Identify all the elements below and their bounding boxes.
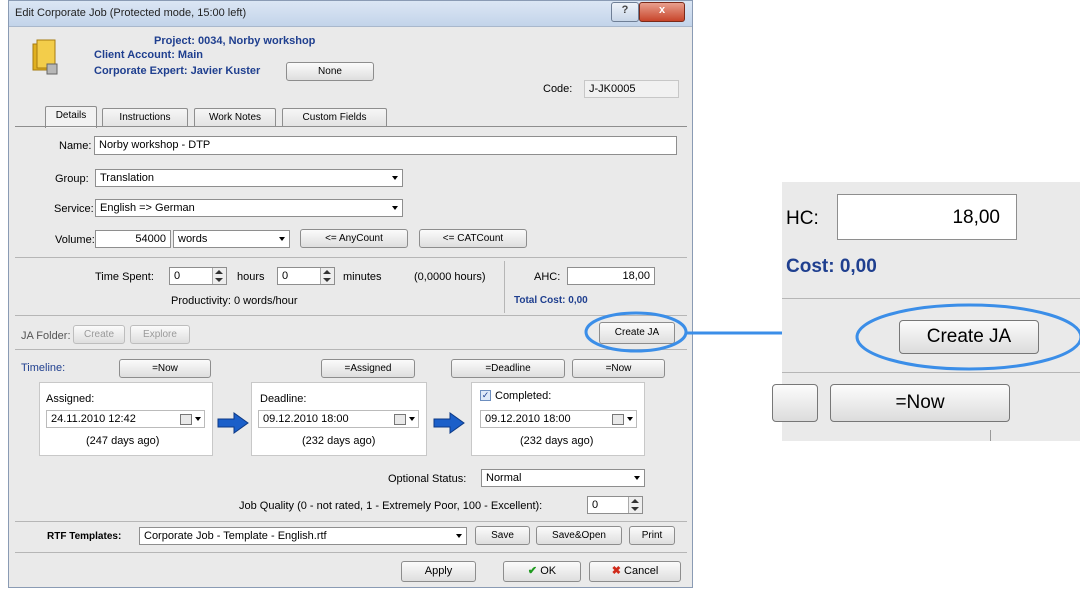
zoom-divider-stub xyxy=(990,430,991,441)
zoom-divider xyxy=(782,372,1080,373)
zoom-inset: HC: 18,00 Cost: 0,00 Create JA =Now xyxy=(772,182,1080,441)
zoom-partial-button[interactable] xyxy=(772,384,818,422)
highlight-ellipse xyxy=(584,311,688,353)
zoom-now-button[interactable]: =Now xyxy=(830,384,1010,422)
